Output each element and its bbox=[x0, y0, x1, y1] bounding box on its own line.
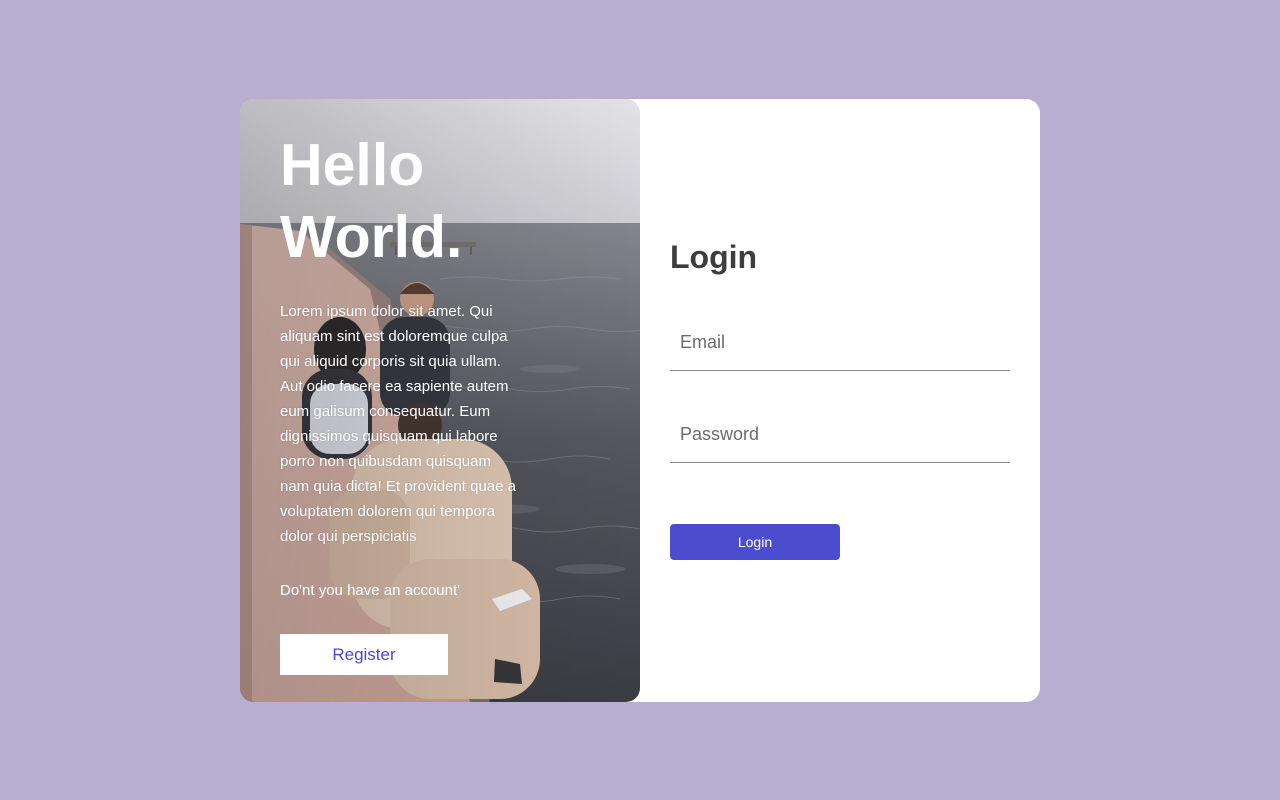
hero-title: Hello World. bbox=[280, 129, 600, 273]
page-background: Hello World. Lorem ipsum dolor sit amet.… bbox=[0, 0, 1280, 800]
hero-description: Lorem ipsum dolor sit amet. Qui aliquam … bbox=[280, 303, 516, 545]
login-form: Login Login bbox=[670, 99, 1010, 702]
register-button[interactable]: Register bbox=[280, 634, 448, 675]
login-button[interactable]: Login bbox=[670, 524, 840, 560]
hero-title-line-2: World. bbox=[280, 204, 463, 270]
login-title: Login bbox=[670, 239, 758, 275]
email-field[interactable] bbox=[670, 315, 1010, 370]
register-prompt: Do'nt you have an account' bbox=[280, 582, 461, 599]
email-field-container bbox=[670, 315, 1010, 371]
hero-title-line-1: Hello bbox=[280, 132, 425, 198]
login-card: Hello World. Lorem ipsum dolor sit amet.… bbox=[240, 99, 1040, 702]
password-field-container bbox=[670, 407, 1010, 463]
password-field[interactable] bbox=[670, 407, 1010, 462]
hero-content: Hello World. Lorem ipsum dolor sit amet.… bbox=[280, 99, 520, 702]
hero-panel: Hello World. Lorem ipsum dolor sit amet.… bbox=[240, 99, 640, 702]
